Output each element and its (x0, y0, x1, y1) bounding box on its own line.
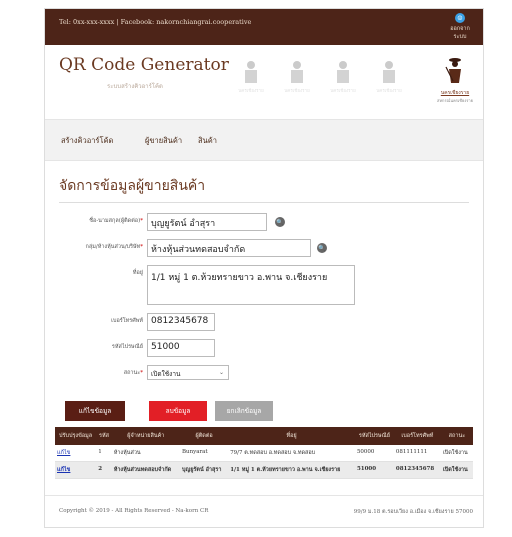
cell-address: 79/7 ต.ทดสอบ อ.ทดสอบ จ.ทดสอบ (228, 445, 355, 462)
phone-label: เบอร์โทรศัพท์ (111, 318, 143, 324)
delete-button[interactable]: ลบข้อมูล (149, 401, 207, 421)
chevron-down-icon: ⌄ (218, 369, 224, 376)
postcode-input[interactable]: 51000 (147, 339, 215, 357)
emblem-strip: นครเชียงราย นครเชียงราย นครเชียงราย นครเ… (233, 59, 407, 95)
contact-text: Tel: 0xx-xxx-xxxx | Facebook: nakornchia… (59, 18, 252, 26)
cell-vendor: ห้างหุ้นส่วน (111, 445, 181, 462)
top-bar: Tel: 0xx-xxx-xxxx | Facebook: nakornchia… (45, 9, 483, 45)
copyright-text: Copyright © 2019 - All Rights Reserved -… (59, 508, 209, 514)
group-input[interactable]: ห้างหุ้นส่วนทดสอบจำกัด (147, 239, 311, 257)
col-header-status: สถานะ (440, 427, 473, 445)
cell-status: เปิดใช้งาน (440, 445, 473, 462)
page: Tel: 0xx-xxx-xxxx | Facebook: nakornchia… (44, 8, 484, 528)
cell-id: 2 (96, 461, 112, 479)
edit-link[interactable]: แก้ไข (57, 467, 70, 473)
nav-item-create-qr[interactable]: สร้างคิวอาร์โค้ด (61, 135, 113, 147)
farmer-logo-icon (445, 58, 461, 83)
user-menu[interactable]: ☺ ออกจากระบบ (445, 13, 475, 41)
edit-button[interactable]: แก้ไขข้อมูล (65, 401, 125, 421)
nav-item-products[interactable]: สินค้า (198, 135, 217, 147)
emblem-icon: นครเชียงราย (279, 59, 315, 95)
cell-contact: Bunyarat (180, 445, 229, 462)
group-label: กลุ่ม/ห้างหุ้นส่วน/บริษัท* (85, 244, 143, 250)
page-title: จัดการข้อมูลผู้ขายสินค้า (59, 175, 469, 203)
postcode-label: รหัสไปรษณีย์ (111, 344, 143, 350)
status-select[interactable]: เปิดใช้งาน ⌄ (147, 365, 229, 380)
name-input[interactable]: บุญยูรัตน์ อำสุรา (147, 213, 267, 231)
app-subtitle: ระบบสร้างคิวอาร์โค้ด (107, 83, 163, 90)
vendor-table: ปรับปรุงข้อมูล รหัส ผู้จำหน่ายสินค้า ผู้… (55, 427, 473, 493)
site-header: QR Code Generator ระบบสร้างคิวอาร์โค้ด น… (45, 45, 483, 119)
cell-id: 1 (96, 445, 112, 462)
col-header-action: ปรับปรุงข้อมูล (55, 427, 97, 445)
col-header-postcode: รหัสไปรษณีย์ (354, 427, 394, 445)
status-label: สถานะ* (123, 370, 143, 376)
logout-link[interactable]: ออกจากระบบ (445, 25, 475, 41)
col-header-contact: ผู้ติดต่อ (180, 427, 229, 445)
cell-postcode: 50000 (354, 445, 394, 462)
col-header-id: รหัส (96, 427, 112, 445)
main-content: จัดการข้อมูลผู้ขายสินค้า ชื่อ-นามสกุล(ผู… (45, 161, 483, 443)
app-title[interactable]: QR Code Generator (59, 55, 229, 75)
emblem-icon: นครเชียงราย (233, 59, 269, 95)
cell-status: เปิดใช้งาน (440, 461, 473, 479)
col-header-address: ที่อยู่ (228, 427, 355, 445)
logo-line2: สหกรณ์นครเชียงราย (436, 98, 474, 103)
vendor-form: ชื่อ-นามสกุล(ผู้ติดต่อ)* บุญยูรัตน์ อำสุ… (59, 203, 469, 433)
col-header-vendor: ผู้จำหน่ายสินค้า (111, 427, 181, 445)
logo-line1: นครเชียงราย (440, 90, 470, 96)
form-actions: แก้ไขข้อมูล ลบข้อมูล ยกเลิกข้อมูล (59, 401, 469, 427)
edit-link[interactable]: แก้ไข (57, 450, 70, 456)
cooperative-logo[interactable]: นครเชียงราย สหกรณ์นครเชียงราย (435, 55, 475, 104)
user-icon[interactable]: ☺ (455, 13, 465, 23)
cell-contact: บุญยูรัตน์ อำสุรา (180, 461, 229, 479)
status-selected-value: เปิดใช้งาน (151, 370, 181, 378)
footer-address: 99/9 ม.18 ต.รอบเวียง อ.เมือง จ.เชียงราย … (353, 509, 473, 515)
cell-phone: 0812345678 (393, 461, 441, 479)
cell-phone: 081111111 (393, 445, 441, 462)
table-row: แก้ไข 2 ห้างหุ้นส่วนทดสอบจำกัด บุญยูรัตน… (55, 461, 473, 479)
table-row: แก้ไข 1 ห้างหุ้นส่วน Bunyarat 79/7 ต.ทดส… (55, 445, 473, 462)
main-nav: สร้างคิวอาร์โค้ด ผู้ขายสินค้า สินค้า (45, 119, 483, 161)
cancel-button[interactable]: ยกเลิกข้อมูล (215, 401, 273, 421)
table-header-row: ปรับปรุงข้อมูล รหัส ผู้จำหน่ายสินค้า ผู้… (55, 427, 473, 445)
address-label: ที่อยู่ (132, 270, 143, 276)
site-footer: Copyright © 2019 - All Rights Reserved -… (45, 495, 483, 527)
cell-postcode: 51000 (354, 461, 394, 479)
address-textarea[interactable]: 1/1 หมู่ 1 ต.ห้วยทรายขาว อ.พาน จ.เชียงรา… (147, 265, 355, 305)
search-icon[interactable]: 🔍 (275, 217, 285, 227)
search-icon[interactable]: 🔍 (317, 243, 327, 253)
col-header-phone: เบอร์โทรศัพท์ (393, 427, 441, 445)
cell-address: 1/1 หมู่ 1 ต.ห้วยทรายขาว อ.พาน จ.เชียงรา… (228, 461, 355, 479)
emblem-icon: นครเชียงราย (371, 59, 407, 95)
name-label: ชื่อ-นามสกุล(ผู้ติดต่อ)* (89, 218, 143, 224)
phone-input[interactable]: 0812345678 (147, 313, 215, 331)
nav-item-vendors[interactable]: ผู้ขายสินค้า (145, 135, 182, 147)
emblem-icon: นครเชียงราย (325, 59, 361, 95)
cell-vendor: ห้างหุ้นส่วนทดสอบจำกัด (111, 461, 181, 479)
